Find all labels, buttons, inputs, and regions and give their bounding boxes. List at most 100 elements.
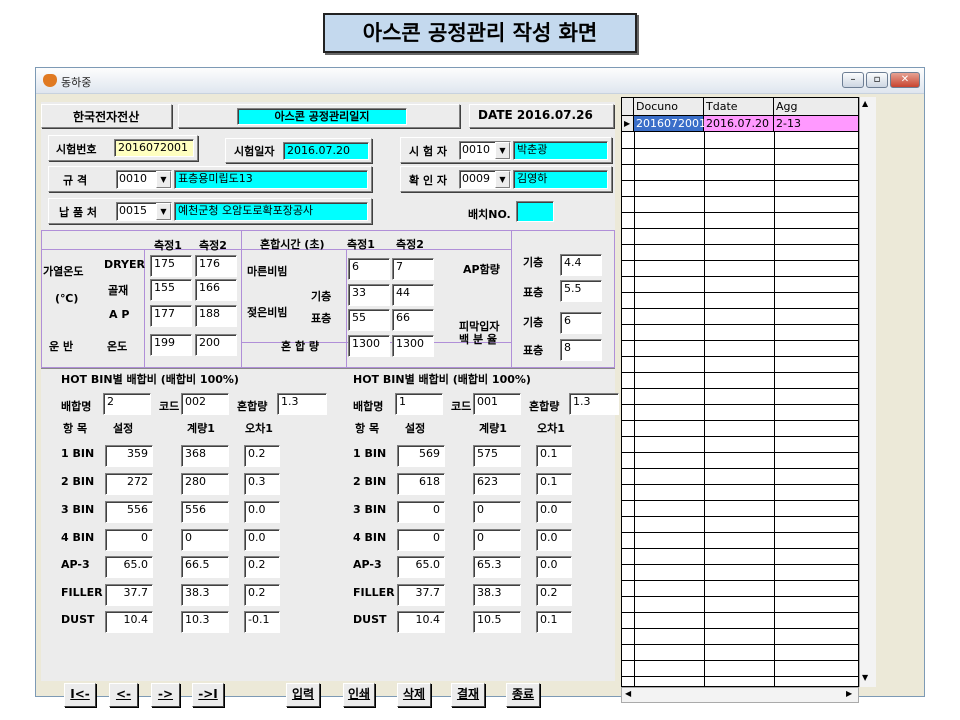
bin-set-field[interactable]: 10.4 — [397, 611, 445, 633]
mix-amt-m1-field[interactable]: 1300 — [348, 335, 390, 357]
bin-meas-field[interactable]: 38.3 — [473, 584, 521, 606]
first-record-button[interactable]: I<- — [64, 683, 96, 707]
mixamt-field[interactable]: 1.3 — [277, 393, 327, 415]
bin-meas-field[interactable]: 65.3 — [473, 556, 521, 578]
record-grid[interactable]: Docuno Tdate Agg ▶ 2016072001 2016.07.20… — [621, 97, 859, 687]
grid-horizontal-scrollbar[interactable]: ◀ ▶ — [621, 687, 859, 703]
bin-err-field[interactable]: 0.2 — [244, 445, 280, 467]
bin-meas-field[interactable]: 556 — [181, 501, 229, 523]
bin-meas-field[interactable]: 10.5 — [473, 611, 521, 633]
bin-set-field[interactable]: 359 — [105, 445, 153, 467]
bin-meas-field[interactable]: 623 — [473, 473, 521, 495]
tester-name-field[interactable]: 박춘광 — [513, 141, 608, 160]
bin-err-field[interactable]: 0.1 — [536, 445, 572, 467]
bin-set-field[interactable]: 0 — [397, 529, 445, 551]
bin-set-field[interactable]: 0 — [105, 529, 153, 551]
ap-m2-field[interactable]: 188 — [195, 305, 237, 327]
bin-set-field[interactable]: 556 — [105, 501, 153, 523]
temp-m2-field[interactable]: 200 — [195, 334, 237, 356]
bin-meas-field[interactable]: 368 — [181, 445, 229, 467]
bin-err-field[interactable]: 0.2 — [244, 584, 280, 606]
bin-err-field[interactable]: 0.0 — [244, 529, 280, 551]
dryer-m1-field[interactable]: 175 — [150, 255, 192, 277]
bin-meas-field[interactable]: 0 — [473, 529, 521, 551]
mixamt-field[interactable]: 1.3 — [569, 393, 619, 415]
bin-set-field[interactable]: 10.4 — [105, 611, 153, 633]
film-surf-field[interactable]: 8 — [560, 339, 602, 361]
bin-set-field[interactable]: 618 — [397, 473, 445, 495]
checker-name-field[interactable]: 김영하 — [513, 170, 608, 189]
bin-err-field[interactable]: -0.1 — [244, 611, 280, 633]
bin-meas-field[interactable]: 10.3 — [181, 611, 229, 633]
scroll-up-icon[interactable]: ▲ — [862, 99, 868, 108]
test-date-field[interactable]: 2016.07.20 — [283, 142, 369, 160]
bin-err-field[interactable]: 0.0 — [536, 501, 572, 523]
supply-name-field[interactable]: 예천군청 오암도로확포장공사 — [174, 202, 368, 221]
maximize-button[interactable]: ▫ — [866, 72, 888, 88]
spec-name-field[interactable]: 표층용미립도13 — [174, 170, 368, 189]
dry-m1-field[interactable]: 6 — [348, 258, 390, 280]
bin-meas-field[interactable]: 0 — [181, 529, 229, 551]
code-field[interactable]: 001 — [473, 393, 521, 415]
temp-m1-field[interactable]: 199 — [150, 334, 192, 356]
bin-set-field[interactable]: 569 — [397, 445, 445, 467]
dry-m2-field[interactable]: 7 — [392, 258, 434, 280]
exit-button[interactable]: 종료 — [506, 683, 540, 707]
test-no-field[interactable]: 2016072001 — [114, 139, 194, 157]
bin-err-field[interactable]: 0.1 — [536, 473, 572, 495]
grid-header-tdate[interactable]: Tdate — [704, 98, 774, 116]
mixname-field[interactable]: 1 — [395, 393, 443, 415]
wet-surf-m2-field[interactable]: 66 — [392, 309, 434, 331]
bin-set-field[interactable]: 65.0 — [397, 556, 445, 578]
bin-set-field[interactable]: 65.0 — [105, 556, 153, 578]
mixname-field[interactable]: 2 — [103, 393, 151, 415]
delete-button[interactable]: 삭제 — [397, 683, 431, 707]
bin-meas-field[interactable]: 575 — [473, 445, 521, 467]
grid-header-docuno[interactable]: Docuno — [634, 98, 704, 116]
scroll-down-icon[interactable]: ▼ — [862, 673, 868, 682]
checker-code-select[interactable]: 0009 ▼ — [459, 170, 511, 189]
close-button[interactable]: ✕ — [890, 72, 920, 88]
bin-err-field[interactable]: 0.2 — [244, 556, 280, 578]
bin-err-field[interactable]: 0.0 — [536, 556, 572, 578]
bin-meas-field[interactable]: 38.3 — [181, 584, 229, 606]
grid-cell-tdate[interactable]: 2016.07.20 — [704, 116, 774, 132]
print-button[interactable]: 인쇄 — [343, 683, 375, 707]
tester-code-select[interactable]: 0010 ▼ — [459, 141, 511, 160]
bin-meas-field[interactable]: 280 — [181, 473, 229, 495]
spec-code-select[interactable]: 0010 ▼ — [116, 170, 172, 189]
ap-m1-field[interactable]: 177 — [150, 305, 192, 327]
agg-m1-field[interactable]: 155 — [150, 279, 192, 301]
bin-meas-field[interactable]: 0 — [473, 501, 521, 523]
bin-err-field[interactable]: 0.1 — [536, 611, 572, 633]
bin-meas-field[interactable]: 66.5 — [181, 556, 229, 578]
minimize-button[interactable]: – — [842, 72, 864, 88]
bin-err-field[interactable]: 0.0 — [536, 529, 572, 551]
ap-surf-field[interactable]: 5.5 — [560, 280, 602, 302]
grid-cell-docuno[interactable]: 2016072001 — [634, 116, 706, 132]
ap-base-field[interactable]: 4.4 — [560, 254, 602, 276]
bin-set-field[interactable]: 272 — [105, 473, 153, 495]
grid-cell-agg[interactable]: 2-13 — [774, 116, 858, 132]
scroll-right-icon[interactable]: ▶ — [846, 689, 852, 698]
next-record-button[interactable]: -> — [151, 683, 180, 707]
scroll-left-icon[interactable]: ◀ — [625, 689, 631, 698]
film-base-field[interactable]: 6 — [560, 312, 602, 334]
mix-amt-m2-field[interactable]: 1300 — [392, 335, 434, 357]
grid-vertical-scrollbar[interactable]: ▲ ▼ — [859, 97, 876, 687]
bin-err-field[interactable]: 0.2 — [536, 584, 572, 606]
agg-m2-field[interactable]: 166 — [195, 279, 237, 301]
prev-record-button[interactable]: <- — [109, 683, 138, 707]
last-record-button[interactable]: ->I — [192, 683, 224, 707]
input-button[interactable]: 입력 — [286, 683, 320, 707]
wet-base-m2-field[interactable]: 44 — [392, 284, 434, 306]
batch-field[interactable] — [516, 201, 554, 222]
bin-set-field[interactable]: 37.7 — [105, 584, 153, 606]
bin-err-field[interactable]: 0.0 — [244, 501, 280, 523]
code-field[interactable]: 002 — [181, 393, 229, 415]
bin-set-field[interactable]: 0 — [397, 501, 445, 523]
grid-header-agg[interactable]: Agg — [774, 98, 858, 116]
approve-button[interactable]: 결재 — [451, 683, 485, 707]
bin-set-field[interactable]: 37.7 — [397, 584, 445, 606]
wet-surf-m1-field[interactable]: 55 — [348, 309, 390, 331]
